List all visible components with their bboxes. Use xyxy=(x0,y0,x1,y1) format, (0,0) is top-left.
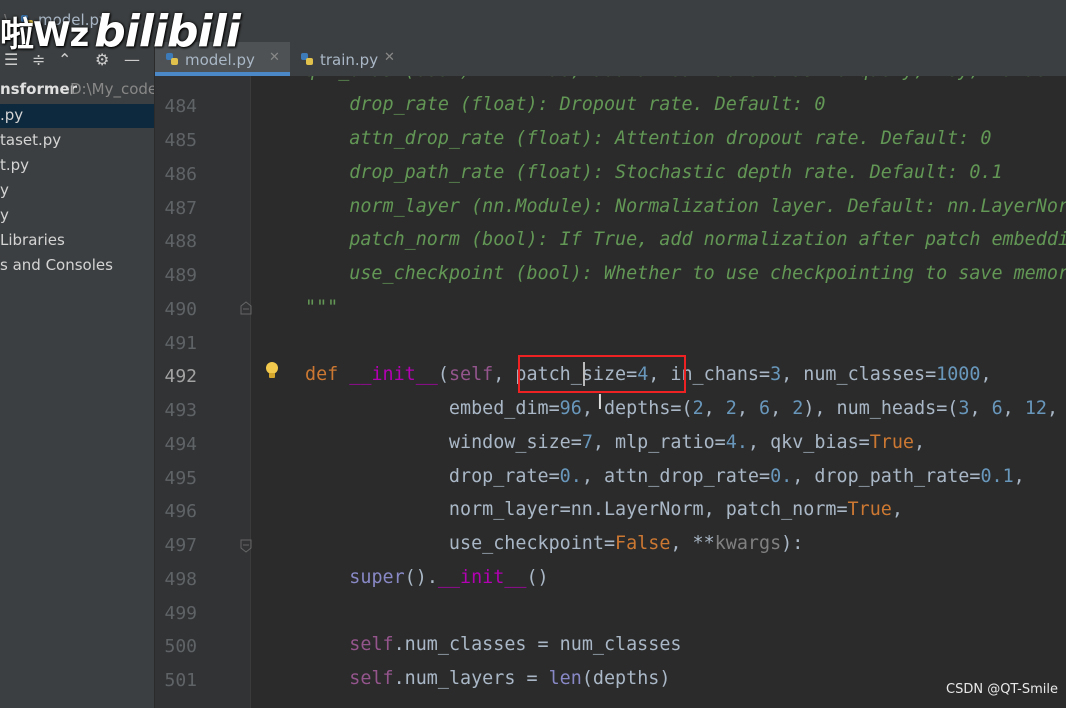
code-line: norm_layer (nn.Module): Normalization la… xyxy=(305,196,1066,217)
text-cursor-icon: I xyxy=(597,390,603,414)
code-line: use_checkpoint=False, **kwargs): xyxy=(305,533,804,554)
code-line: attn_drop_rate (float): Attention dropou… xyxy=(305,128,992,149)
tree-item[interactable]: y xyxy=(0,179,154,203)
line-number: 501 xyxy=(164,670,197,691)
line-number: 486 xyxy=(164,164,197,185)
line-number: 500 xyxy=(164,636,197,657)
tree-item[interactable]: y xyxy=(0,204,154,228)
code-line: patch_norm (bool): If True, add normaliz… xyxy=(305,229,1066,250)
editor-tab-bar: model.py ✕ train.py ✕ xyxy=(155,42,1066,76)
bilibili-logo: bilibili xyxy=(94,6,240,57)
line-number: 498 xyxy=(164,569,197,590)
code-line: use_checkpoint (bool): Whether to use ch… xyxy=(305,263,1066,284)
code-line: drop_rate (float): Dropout rate. Default… xyxy=(305,94,826,115)
line-number: 485 xyxy=(164,130,197,151)
lightbulb-icon[interactable] xyxy=(264,361,280,385)
highlight-box xyxy=(518,355,686,393)
tree-item-external-libraries[interactable]: Libraries xyxy=(0,229,154,253)
line-number: 487 xyxy=(164,198,197,219)
code-line: self.num_classes = num_classes xyxy=(349,634,682,655)
code-line: self.num_layers = len(depths) xyxy=(349,668,671,689)
tree-item-label: t.py xyxy=(0,156,30,174)
tree-item-label: taset.py xyxy=(0,131,62,149)
tree-item-label: y xyxy=(0,181,9,199)
line-number: 493 xyxy=(164,400,197,421)
line-number: 495 xyxy=(164,468,197,489)
line-number: 488 xyxy=(164,231,197,252)
tab-label: train.py xyxy=(320,51,379,69)
tree-item[interactable]: .py xyxy=(0,104,154,128)
code-line: drop_path_rate (float): Stochastic depth… xyxy=(305,162,1003,183)
close-icon[interactable]: ✕ xyxy=(384,50,395,65)
code-line: """ xyxy=(305,297,339,318)
line-number: 499 xyxy=(164,603,197,624)
watermark-text: 啦Wz xyxy=(0,15,89,55)
line-number: 496 xyxy=(164,501,197,522)
tree-item-label: s and Consoles xyxy=(0,256,113,274)
code-line: super().__init__() xyxy=(349,567,549,588)
tree-item[interactable]: t.py xyxy=(0,154,154,178)
code-line: norm_layer=nn.LayerNorm, patch_norm=True… xyxy=(305,499,903,520)
line-number: 494 xyxy=(164,434,197,455)
line-number: 490 xyxy=(164,299,197,320)
text-caret xyxy=(583,362,585,386)
fold-marker-icon[interactable] xyxy=(240,538,252,553)
tree-item-label: .py xyxy=(0,106,24,124)
line-number: 491 xyxy=(164,333,197,354)
tree-item-scratches[interactable]: s and Consoles xyxy=(0,254,154,278)
project-name: nsformer xyxy=(0,80,78,98)
gutter-divider xyxy=(250,76,251,708)
line-number: 484 xyxy=(164,96,197,117)
fold-marker-icon[interactable] xyxy=(240,300,252,315)
code-line: embed_dim=96, depths=(2, 2, 6, 2), num_h… xyxy=(305,398,1059,419)
close-icon[interactable]: ✕ xyxy=(269,50,280,65)
project-sidebar: ☰ ≑ ⌃ ⚙ — nsformer D:\My_code .py taset.… xyxy=(0,42,154,708)
tree-item[interactable]: taset.py xyxy=(0,129,154,153)
csdn-credit-watermark: CSDN @QT-Smile xyxy=(946,682,1059,697)
line-number: 489 xyxy=(164,265,197,286)
tree-item-label: y xyxy=(0,206,9,224)
python-file-icon xyxy=(300,52,314,70)
line-number-current: 492 xyxy=(164,366,197,387)
line-number: 497 xyxy=(164,535,197,556)
code-line: drop_rate=0., attn_drop_rate=0., drop_pa… xyxy=(305,466,1025,487)
project-path: D:\My_code xyxy=(70,80,154,98)
video-watermark: 啦Wz bilibili xyxy=(0,6,241,57)
tree-item-label: Libraries xyxy=(0,231,65,249)
code-line: window_size=7, mlp_ratio=4., qkv_bias=Tr… xyxy=(305,432,926,453)
tab-train-py[interactable]: train.py ✕ xyxy=(290,42,410,76)
